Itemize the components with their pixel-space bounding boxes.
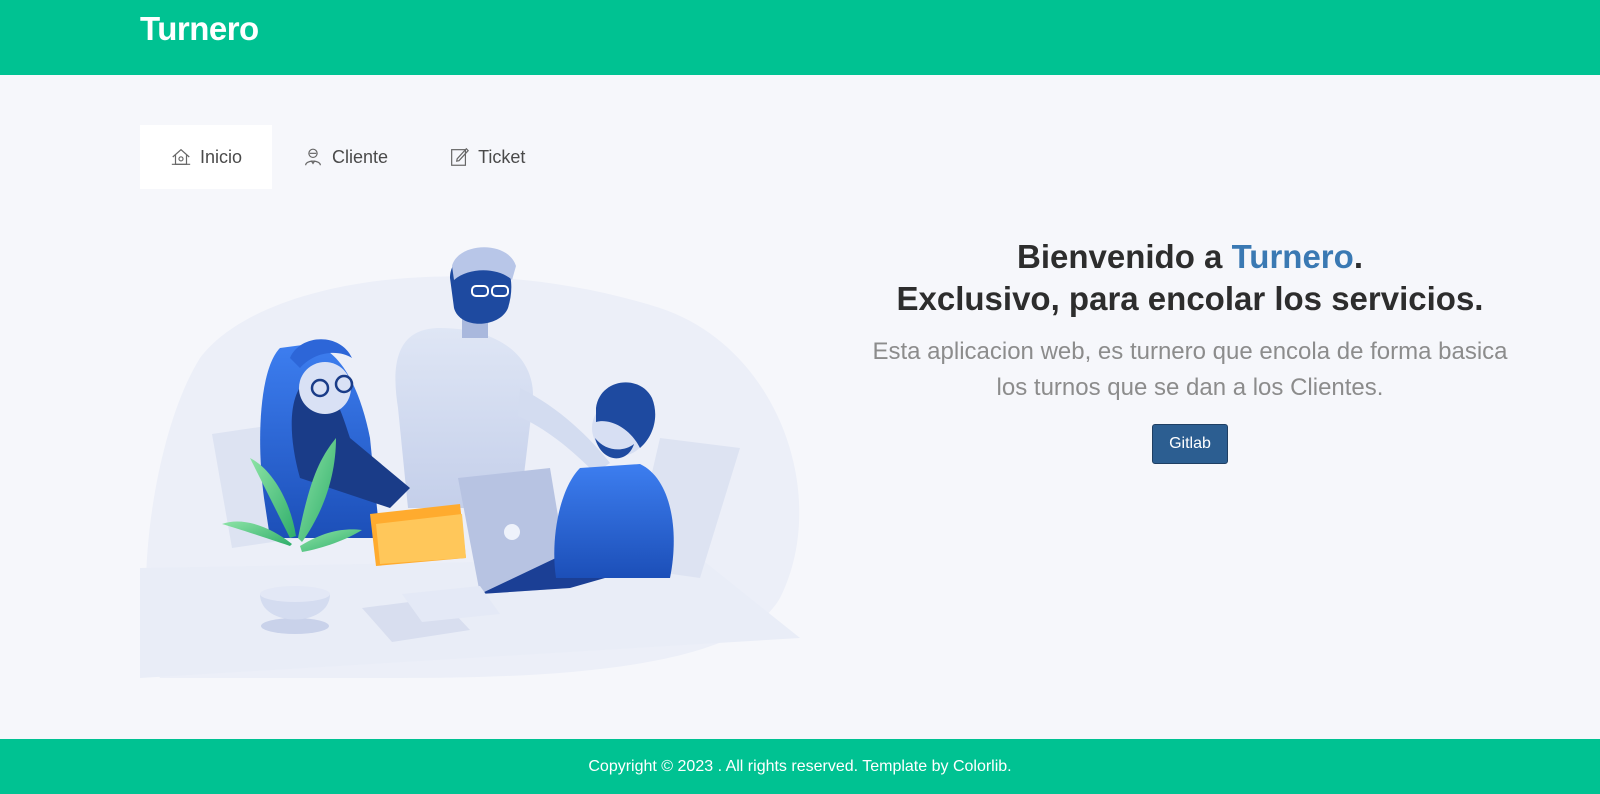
home-icon bbox=[171, 148, 191, 165]
tab-ticket[interactable]: Ticket bbox=[418, 125, 555, 189]
hero-title-prefix: Bienvenido a bbox=[1017, 238, 1232, 275]
top-navbar: Turnero bbox=[0, 0, 1600, 75]
user-icon bbox=[305, 148, 321, 166]
team-meeting-illustration bbox=[140, 247, 800, 678]
tab-cliente[interactable]: Cliente bbox=[272, 125, 418, 189]
hero-title-line2: Exclusivo, para encolar los servicios. bbox=[896, 280, 1484, 317]
tab-inicio[interactable]: Inicio bbox=[140, 125, 273, 189]
hero-section: Bienvenido a Turnero. Exclusivo, para en… bbox=[840, 236, 1540, 464]
tab-label: Cliente bbox=[332, 146, 389, 167]
hero-title: Bienvenido a Turnero. Exclusivo, para en… bbox=[840, 236, 1540, 320]
footer: Copyright © 2023 . All rights reserved. … bbox=[0, 739, 1600, 794]
hero-subtitle-line2: los turnos que se dan a los Clientes. bbox=[996, 374, 1384, 401]
hero-title-suffix: . bbox=[1353, 238, 1363, 275]
hero-subtitle: Esta aplicacion web, es turnero que enco… bbox=[840, 334, 1540, 406]
edit-note-icon bbox=[451, 147, 470, 166]
hero-title-accent: Turnero bbox=[1231, 238, 1354, 275]
tab-bar: Inicio Cliente Ticket bbox=[140, 125, 555, 189]
brand-logo[interactable]: Turnero bbox=[140, 10, 259, 48]
gitlab-button[interactable]: Gitlab bbox=[1152, 424, 1228, 464]
hero-subtitle-line1: Esta aplicacion web, es turnero que enco… bbox=[872, 338, 1508, 365]
tab-label: Ticket bbox=[478, 146, 526, 167]
footer-copyright: Copyright © 2023 . All rights reserved. … bbox=[588, 757, 1012, 775]
tab-label: Inicio bbox=[200, 146, 243, 167]
